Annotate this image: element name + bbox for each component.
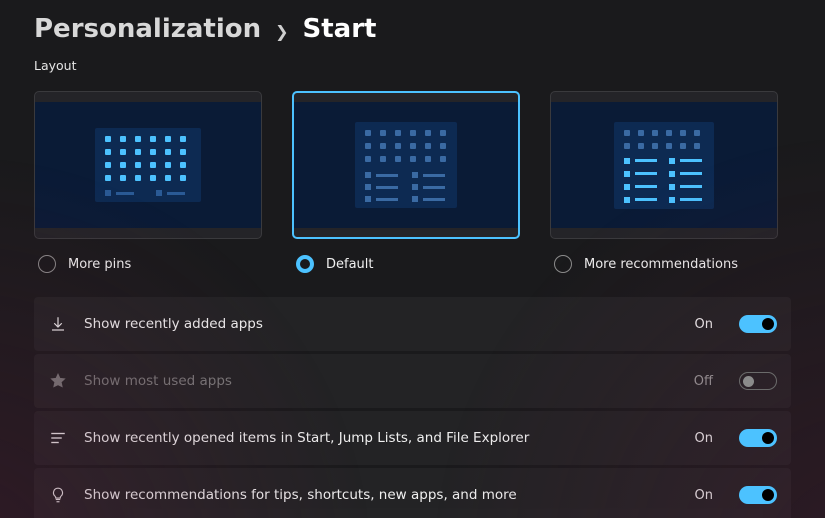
setting-label: Show recently opened items in Start, Jum… (84, 430, 679, 446)
toggle-switch (739, 372, 777, 390)
breadcrumb-parent[interactable]: Personalization (34, 14, 261, 44)
radio-label: Default (326, 257, 374, 272)
radio-more-recs[interactable]: More recommendations (550, 255, 778, 273)
radio-more-pins[interactable]: More pins (34, 255, 262, 273)
layout-preview-more-recs (614, 122, 714, 209)
section-label-layout: Layout (34, 58, 791, 73)
toggle-switch[interactable] (739, 486, 777, 504)
layout-preview-default (355, 122, 457, 208)
radio-circle-icon (296, 255, 314, 273)
toggle-state-label: On (695, 431, 713, 446)
layout-card-more-recs[interactable] (550, 91, 778, 239)
layout-card-more-pins[interactable] (34, 91, 262, 239)
setting-label: Show most used apps (84, 373, 678, 389)
radio-circle-icon (38, 255, 56, 273)
toggle-switch[interactable] (739, 315, 777, 333)
download-icon (48, 315, 68, 333)
star-icon (48, 372, 68, 390)
setting-recommendations[interactable]: Show recommendations for tips, shortcuts… (34, 468, 791, 518)
breadcrumb: Personalization ❯ Start (34, 14, 791, 44)
layout-radio-row: More pins Default More recommendations (34, 255, 791, 273)
layout-options-row (34, 91, 791, 239)
toggle-state-label: On (695, 488, 713, 503)
toggle-switch[interactable] (739, 429, 777, 447)
lightbulb-icon (48, 486, 68, 504)
setting-recent-items[interactable]: Show recently opened items in Start, Jum… (34, 411, 791, 465)
list-icon (48, 429, 68, 447)
radio-circle-icon (554, 255, 572, 273)
layout-card-default[interactable] (292, 91, 520, 239)
radio-label: More pins (68, 257, 131, 272)
setting-most-used: Show most used apps Off (34, 354, 791, 408)
setting-label: Show recently added apps (84, 316, 679, 332)
setting-recently-added[interactable]: Show recently added apps On (34, 297, 791, 351)
toggle-state-label: On (695, 317, 713, 332)
radio-default[interactable]: Default (292, 255, 520, 273)
toggle-state-label: Off (694, 374, 713, 389)
setting-label: Show recommendations for tips, shortcuts… (84, 487, 679, 503)
settings-list: Show recently added apps On Show most us… (34, 297, 791, 518)
breadcrumb-current: Start (303, 14, 377, 44)
layout-preview-more-pins (95, 128, 201, 202)
chevron-right-icon: ❯ (275, 22, 288, 41)
radio-label: More recommendations (584, 257, 738, 272)
